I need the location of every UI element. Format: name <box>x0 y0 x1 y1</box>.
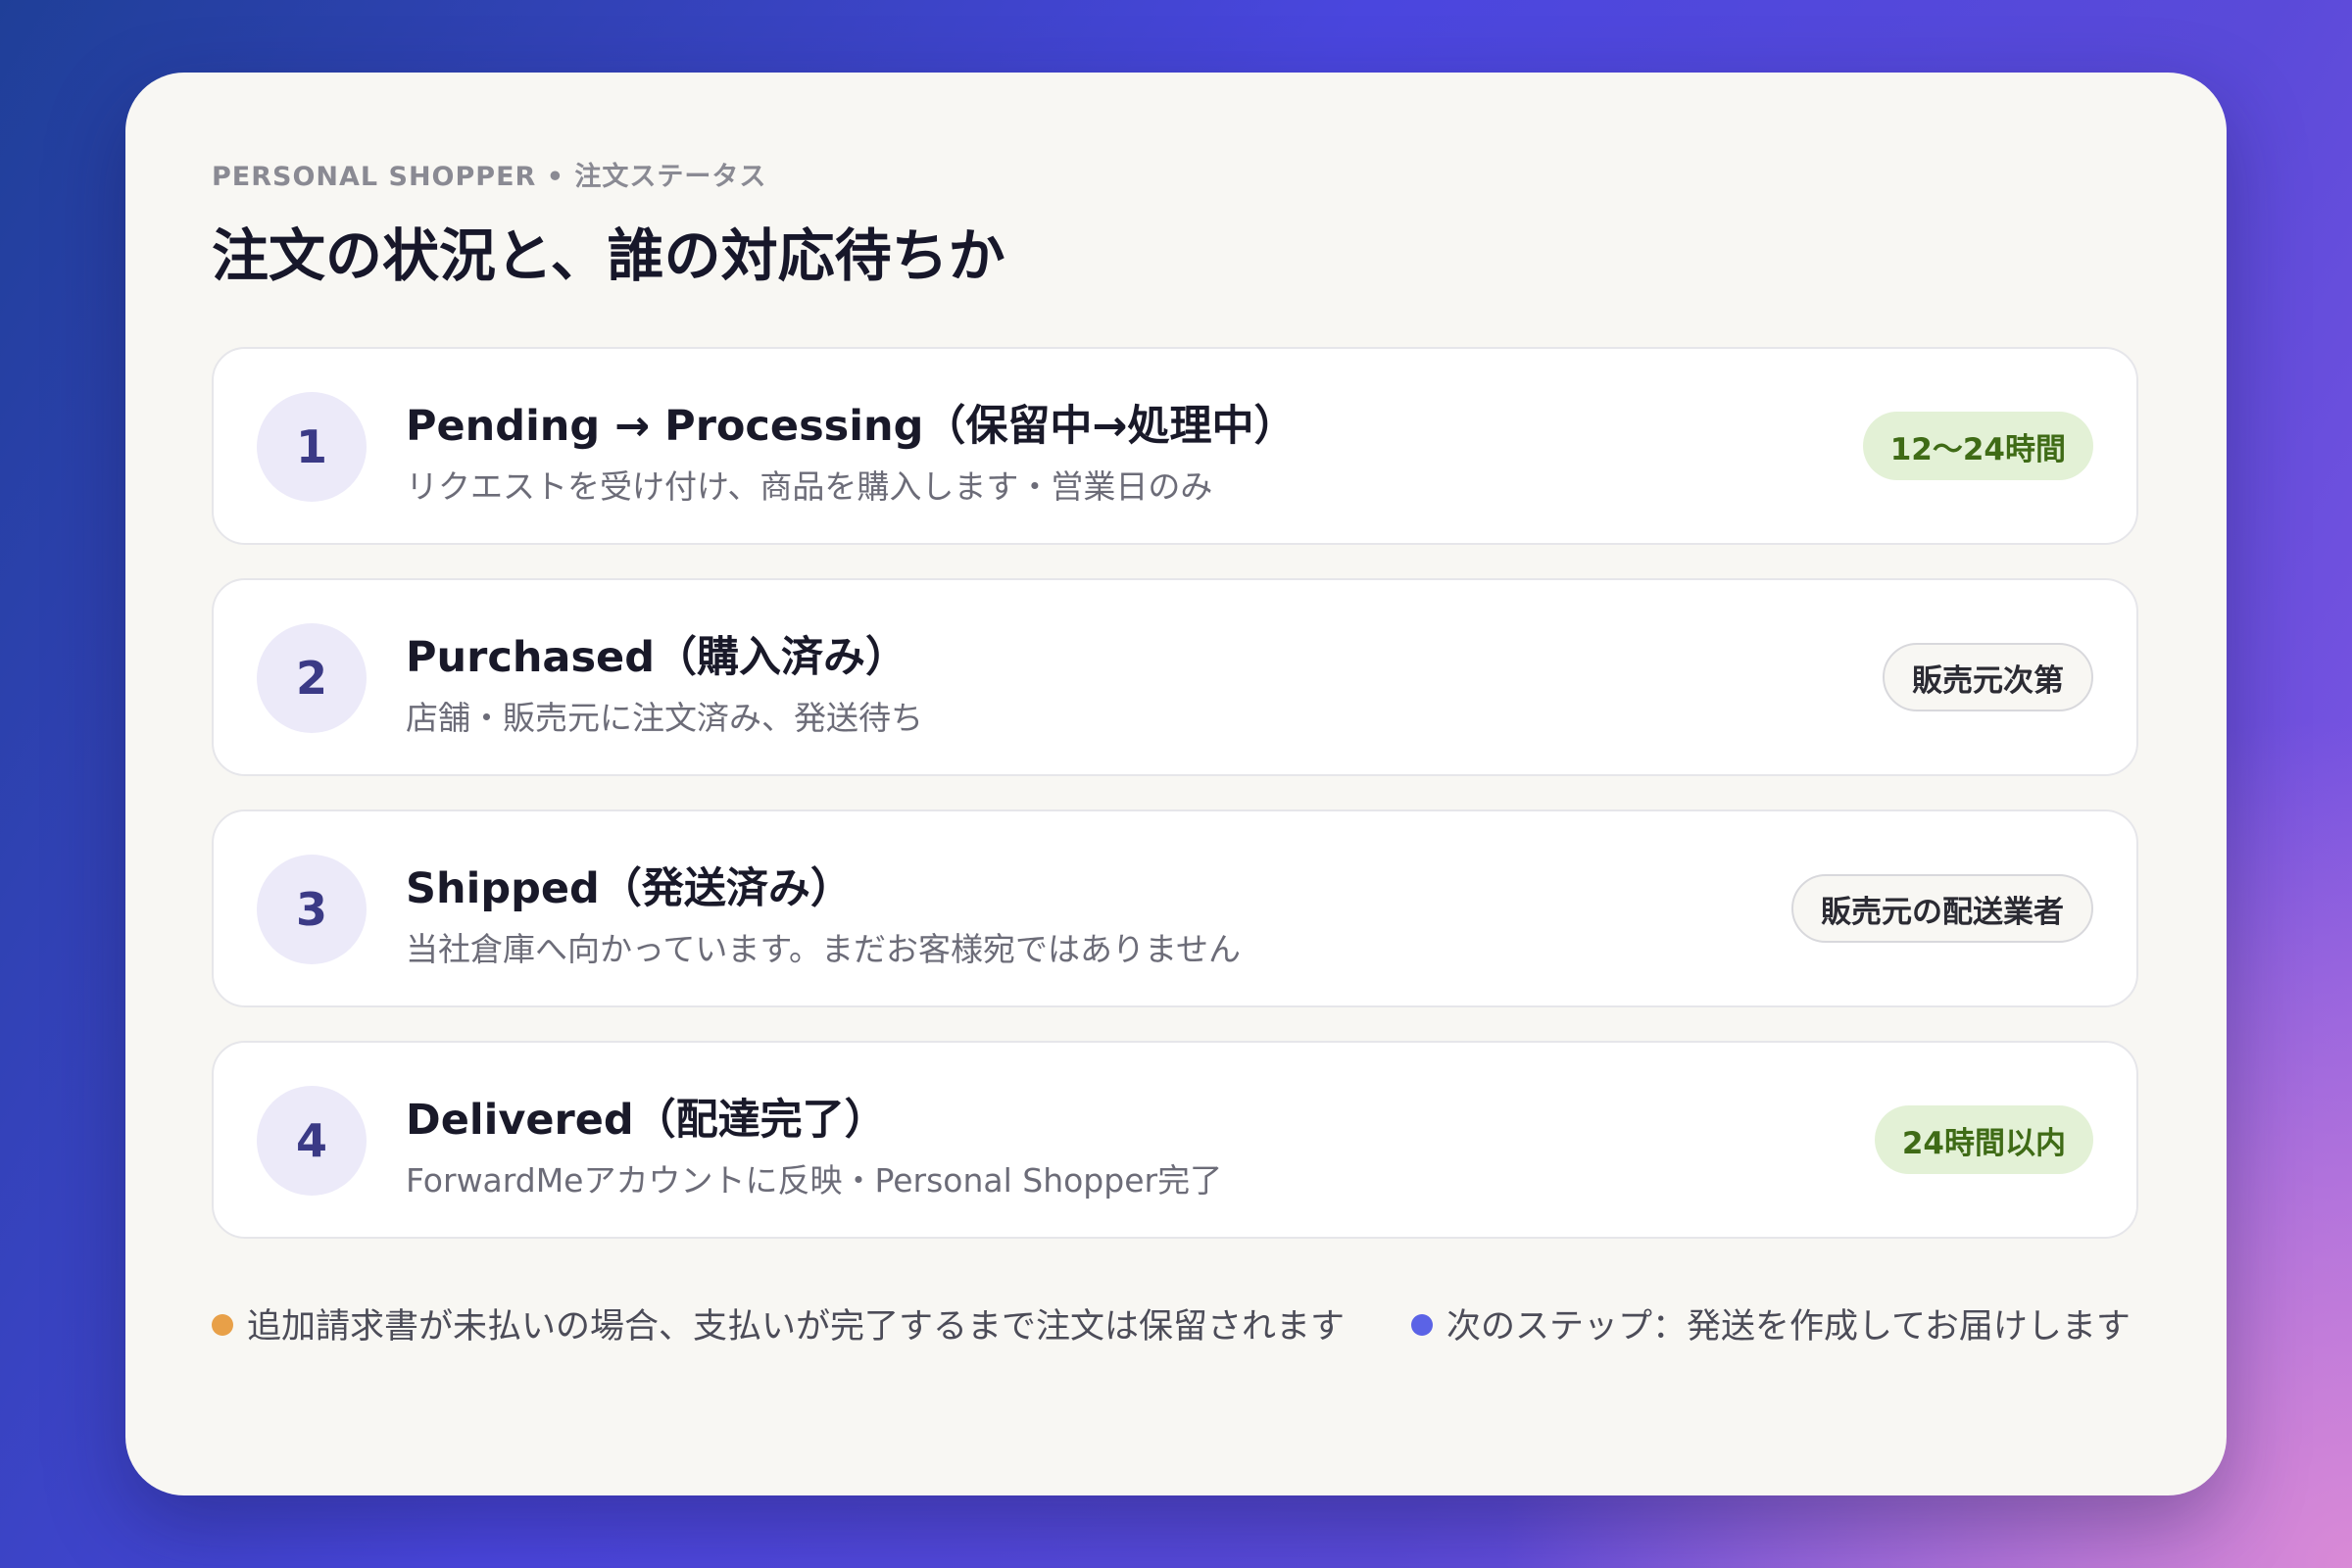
status-steps-list: 1 Pending → Processing（保留中→処理中） リクエストを受け… <box>212 347 2138 1272</box>
timing-badge: 販売元次第 <box>1883 643 2093 711</box>
page-title: 注文の状況と、誰の対応待ちか <box>212 222 1005 289</box>
unpaid-invoice-note: 追加請求書が未払いの場合、支払いが完了するまで注文は保留されます <box>212 1298 1368 1356</box>
status-step-pending: 1 Pending → Processing（保留中→処理中） リクエストを受け… <box>212 347 2138 545</box>
step-description: ForwardMeアカウントに反映・Personal Shopper完了 <box>406 1161 1223 1200</box>
step-number-badge: 2 <box>257 623 367 733</box>
note-text: 追加請求書が未払いの場合、支払いが完了するまで注文は保留されます <box>247 1307 1346 1347</box>
step-description: 店舗・販売元に注文済み、発送待ち <box>406 699 923 737</box>
step-title: Shipped（発送済み） <box>406 864 853 913</box>
status-step-purchased: 2 Purchased（購入済み） 店舗・販売元に注文済み、発送待ち 販売元次第 <box>212 578 2138 776</box>
step-title: Purchased（購入済み） <box>406 633 907 682</box>
note-text: 次のステップ：発送を作成してお届けします <box>1446 1307 2131 1347</box>
next-step-note: 次のステップ：発送を作成してお届けします <box>1411 1298 2138 1356</box>
step-description: リクエストを受け付け、商品を購入します・営業日のみ <box>406 467 1213 506</box>
blue-dot-icon <box>1411 1314 1433 1336</box>
timing-badge: 販売元の配送業者 <box>1791 874 2093 943</box>
status-step-shipped: 3 Shipped（発送済み） 当社倉庫へ向かっています。まだお客様宛ではありま… <box>212 809 2138 1007</box>
step-title: Pending → Processing（保留中→処理中） <box>406 402 1297 451</box>
step-number-badge: 1 <box>257 392 367 502</box>
step-description: 当社倉庫へ向かっています。まだお客様宛ではありません <box>406 930 1242 968</box>
timing-badge: 24時間以内 <box>1874 1105 2093 1174</box>
eyebrow-label: PERSONAL SHOPPER • 注文ステータス <box>212 162 767 192</box>
order-status-card: PERSONAL SHOPPER • 注文ステータス 注文の状況と、誰の対応待ち… <box>125 73 2227 1495</box>
step-number-badge: 4 <box>257 1086 367 1196</box>
status-step-delivered: 4 Delivered（配達完了） ForwardMeアカウントに反映・Pers… <box>212 1041 2138 1239</box>
orange-dot-icon <box>212 1314 233 1336</box>
timing-badge: 12〜24時間 <box>1862 412 2093 480</box>
step-number-badge: 3 <box>257 855 367 964</box>
step-title: Delivered（配達完了） <box>406 1096 887 1145</box>
